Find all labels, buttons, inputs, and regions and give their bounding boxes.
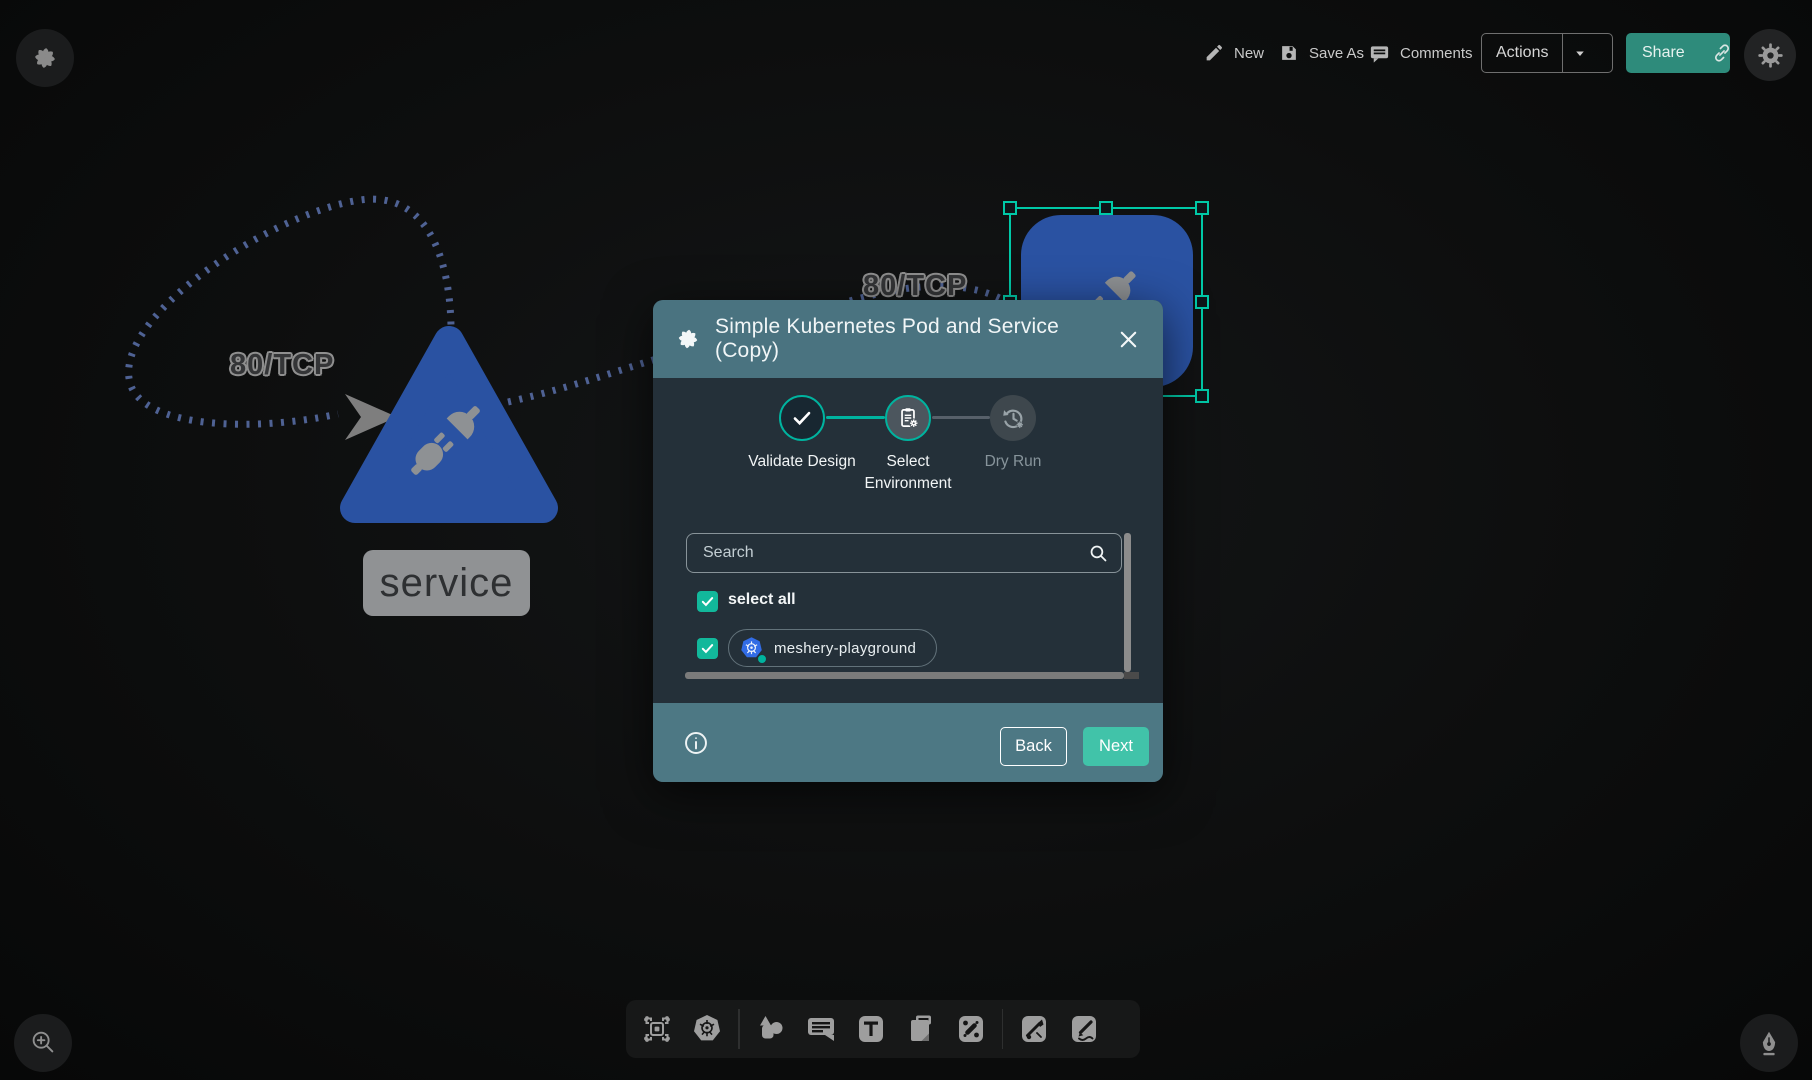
- pen-nib-icon: [1754, 1028, 1784, 1058]
- service-node[interactable]: [355, 341, 543, 508]
- horizontal-scrollbar[interactable]: [685, 672, 1124, 679]
- info-icon: [683, 730, 709, 756]
- check-icon: [700, 594, 715, 609]
- select-all-label: select all: [728, 591, 796, 609]
- connection-status-dot: [757, 654, 767, 664]
- zoom-in-button[interactable]: [14, 1014, 72, 1072]
- check-icon: [789, 405, 815, 431]
- scrollbar-corner: [1124, 672, 1139, 679]
- step-connector-done: [826, 416, 885, 419]
- search-input[interactable]: [687, 534, 1088, 572]
- design-pen-button[interactable]: [1740, 1014, 1798, 1072]
- step-label-dry-run: Dry Run: [958, 451, 1068, 473]
- step-connector-pending: [932, 416, 990, 419]
- step-dry-run[interactable]: [990, 395, 1036, 441]
- select-all-checkbox[interactable]: [697, 591, 718, 612]
- step-validate-design[interactable]: [779, 395, 825, 441]
- search-button[interactable]: [1088, 543, 1121, 564]
- modal-header: Simple Kubernetes Pod and Service (Copy): [653, 300, 1163, 378]
- search-icon: [1088, 543, 1109, 564]
- meshery-menu-button[interactable]: [16, 29, 74, 87]
- environment-checkbox[interactable]: [697, 638, 718, 659]
- meshery-logo-icon: [675, 326, 701, 352]
- edge-port-label: 80/TCP: [230, 349, 334, 382]
- close-button[interactable]: [1115, 326, 1141, 352]
- vertical-scrollbar[interactable]: [1124, 533, 1131, 672]
- step-select-environment[interactable]: [885, 395, 931, 441]
- clipboard-gear-icon: [895, 405, 921, 431]
- next-button[interactable]: Next: [1083, 727, 1149, 766]
- gear-icon: [1757, 42, 1784, 69]
- info-button[interactable]: [683, 730, 709, 756]
- close-icon: [1117, 328, 1140, 351]
- settings-button[interactable]: [1744, 29, 1796, 81]
- back-button[interactable]: Back: [1000, 727, 1067, 766]
- environment-search: [686, 533, 1122, 573]
- meshery-logo-icon: [31, 44, 59, 72]
- deploy-wizard-modal: Simple Kubernetes Pod and Service (Copy): [653, 300, 1163, 782]
- check-icon: [700, 641, 715, 656]
- zoom-in-icon: [28, 1028, 58, 1058]
- edge-port-label: 80/TCP: [863, 270, 967, 303]
- dry-run-history-gear-icon: [1000, 405, 1027, 432]
- environment-chip[interactable]: meshery-playground: [728, 629, 937, 667]
- step-label-select-environment: Select Environment: [853, 451, 963, 495]
- service-node-label: service: [363, 550, 530, 616]
- modal-title: Simple Kubernetes Pod and Service (Copy): [715, 315, 1115, 363]
- environment-name: meshery-playground: [774, 640, 916, 657]
- step-label-validate-design: Validate Design: [747, 451, 857, 473]
- edge-loop-service[interactable]: [129, 199, 451, 424]
